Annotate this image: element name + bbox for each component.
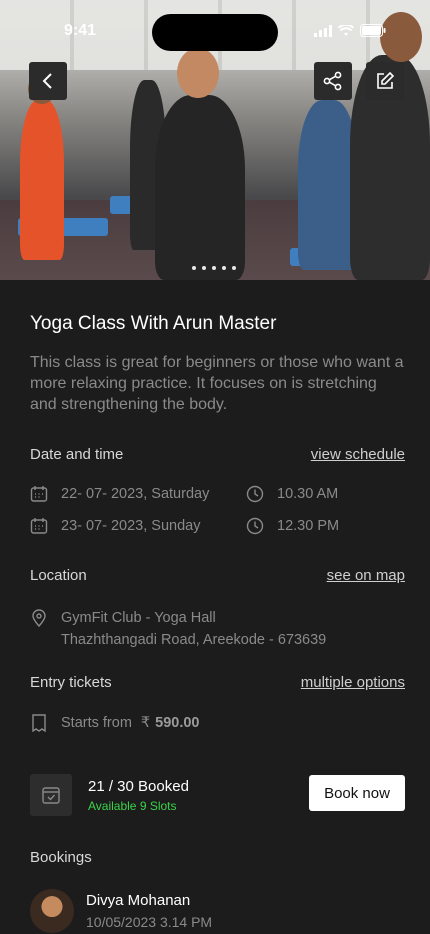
status-time: 9:41 <box>64 22 97 39</box>
chevron-left-icon <box>42 73 52 89</box>
book-now-button[interactable]: Book now <box>309 775 405 811</box>
wifi-icon <box>338 24 354 36</box>
location-label: Location <box>30 567 87 584</box>
share-button[interactable] <box>314 62 352 100</box>
booking-datetime: 10/05/2023 3.14 PM <box>86 914 213 930</box>
currency-symbol: ₹ <box>140 715 151 731</box>
edit-button[interactable] <box>366 62 404 100</box>
date-time-label: Date and time <box>30 446 124 463</box>
person-figure <box>298 100 358 270</box>
price-prefix: Starts from <box>61 715 132 731</box>
location-row: GymFit Club - Yoga Hall <box>30 609 216 627</box>
map-pin-icon <box>30 609 48 627</box>
booking-status-icon-box <box>30 774 72 816</box>
ticket-price-row: Starts from ₹ 590.00 <box>30 714 200 732</box>
event-time: 12.30 PM <box>277 518 340 534</box>
multiple-options-link[interactable]: multiple options <box>301 674 405 691</box>
carousel-dot[interactable] <box>222 266 226 270</box>
back-button[interactable] <box>29 62 67 100</box>
date-row: 23- 07- 2023, Sunday <box>30 517 200 535</box>
edit-icon <box>377 71 395 89</box>
class-description: This class is great for beginners or tho… <box>30 354 404 413</box>
ticket-icon <box>30 714 48 732</box>
person-figure <box>155 95 245 280</box>
entry-tickets-label: Entry tickets <box>30 674 112 691</box>
calendar-icon <box>30 517 48 535</box>
booked-count: 21 / 30 Booked <box>88 778 189 795</box>
event-time: 10.30 AM <box>277 486 339 502</box>
carousel-dot[interactable] <box>202 266 206 270</box>
event-date: 23- 07- 2023, Sunday <box>61 518 201 534</box>
see-on-map-link[interactable]: see on map <box>327 567 405 584</box>
view-schedule-link[interactable]: view schedule <box>311 446 405 463</box>
carousel-dots[interactable] <box>192 266 236 270</box>
avatar[interactable] <box>30 889 74 933</box>
share-icon <box>323 71 342 91</box>
calendar-check-icon <box>42 787 60 804</box>
status-bar: 9:41 <box>0 0 430 60</box>
signal-icon <box>314 24 332 37</box>
event-date: 22- 07- 2023, Saturday <box>61 486 210 502</box>
carousel-dot[interactable] <box>232 266 236 270</box>
venue-address: Thazhthangadi Road, Areekode - 673639 <box>61 632 327 648</box>
battery-icon <box>360 24 386 37</box>
time-row: 12.30 PM <box>246 517 339 535</box>
date-row: 22- 07- 2023, Saturday <box>30 485 209 503</box>
time-row: 10.30 AM <box>246 485 338 503</box>
ticket-price: 590.00 <box>155 715 200 731</box>
class-title: Yoga Class With Arun Master <box>30 313 277 334</box>
bookings-label: Bookings <box>30 849 92 866</box>
carousel-dot[interactable] <box>192 266 196 270</box>
venue-name: GymFit Club - Yoga Hall <box>61 610 216 626</box>
calendar-icon <box>30 485 48 503</box>
clock-icon <box>246 485 264 503</box>
booker-name[interactable]: Divya Mohanan <box>86 892 190 909</box>
clock-icon <box>246 517 264 535</box>
carousel-dot[interactable] <box>212 266 216 270</box>
available-slots: Available 9 Slots <box>88 799 177 813</box>
status-icons <box>314 24 386 37</box>
dynamic-island <box>152 14 278 51</box>
person-figure <box>20 100 64 260</box>
